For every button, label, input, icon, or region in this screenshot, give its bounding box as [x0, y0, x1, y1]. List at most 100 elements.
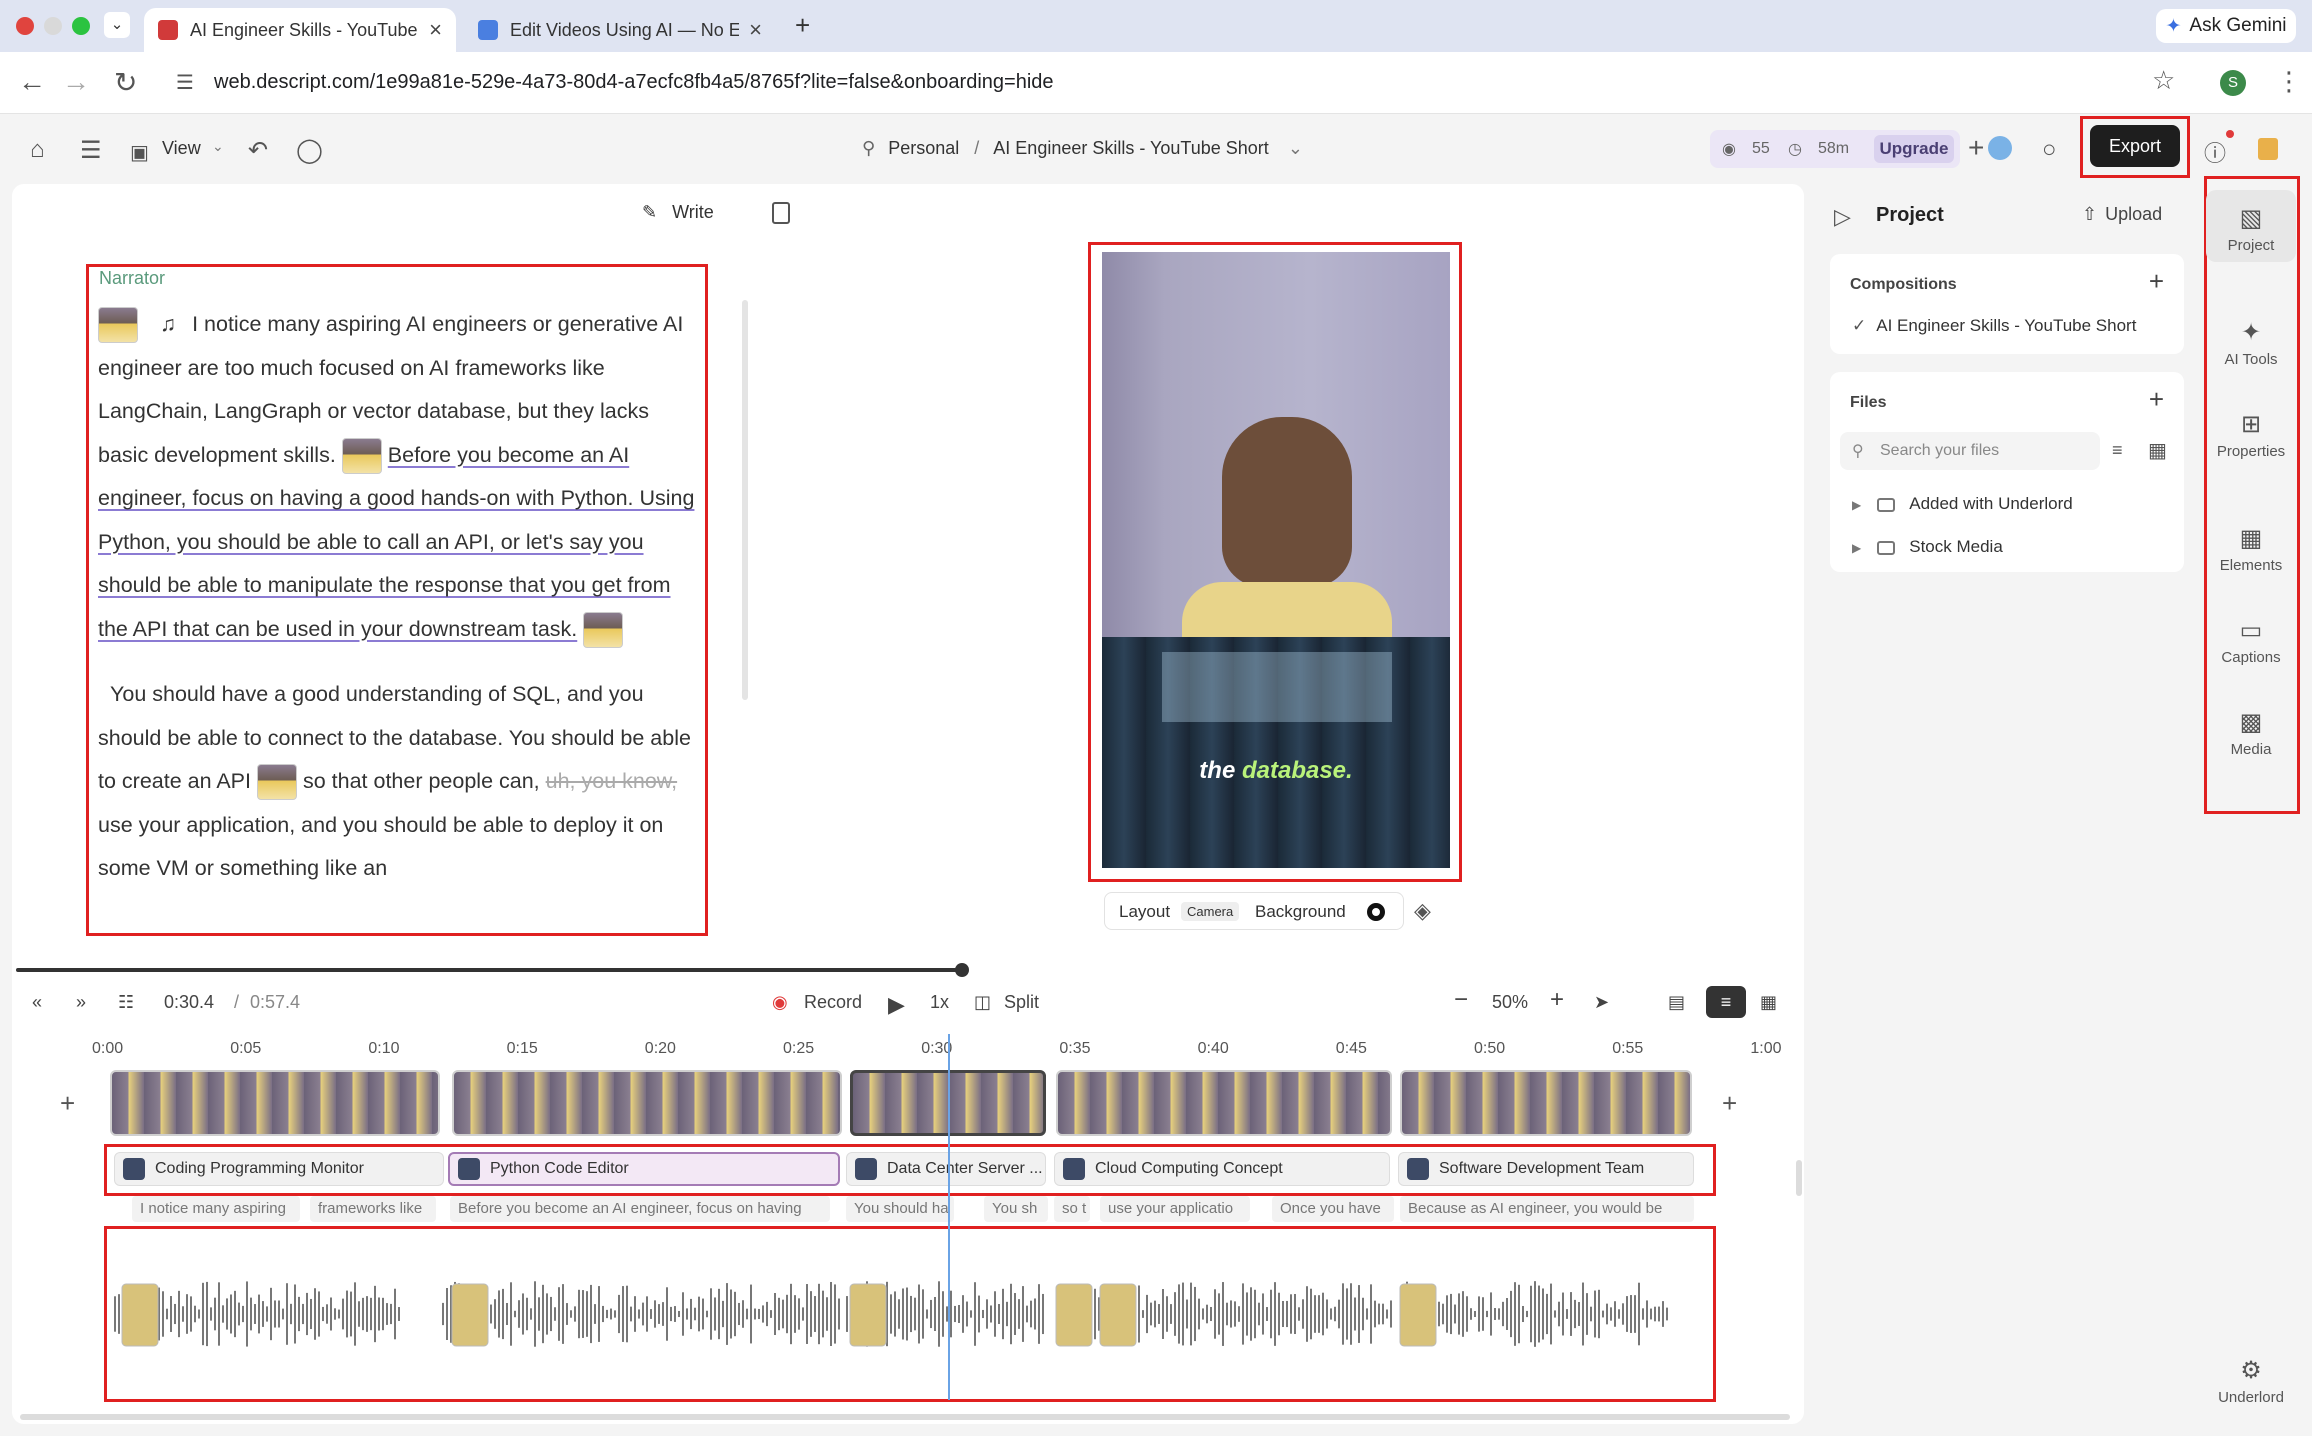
comments-icon[interactable]: ○: [2042, 136, 2057, 164]
script-paragraph-1[interactable]: ♫ I notice many aspiring AI engineers or…: [98, 303, 698, 651]
transcript-word-chip[interactable]: use your applicatio: [1100, 1196, 1250, 1222]
back-icon[interactable]: ←: [18, 66, 46, 98]
scene-thumbnail[interactable]: [98, 307, 138, 344]
breadcrumb-project[interactable]: AI Engineer Skills - YouTube Short: [993, 138, 1269, 158]
chapters-icon[interactable]: ☷: [118, 992, 134, 1013]
new-tab-button[interactable]: +: [795, 10, 810, 41]
add-clip-left-icon[interactable]: +: [60, 1088, 75, 1119]
menu-icon[interactable]: ☰: [80, 136, 102, 165]
layout-value-badge[interactable]: Camera: [1181, 902, 1240, 921]
script-scrollbar[interactable]: [742, 300, 748, 700]
collaborator-avatar[interactable]: [1988, 136, 2012, 160]
grid-view-toggle-icon[interactable]: ▦: [1760, 992, 1777, 1013]
scene-thumbnail[interactable]: [583, 611, 624, 648]
transcript-word-chip[interactable]: I notice many aspiring: [132, 1196, 300, 1222]
scene-data-center-server[interactable]: Data Center Server ...: [846, 1152, 1046, 1186]
rail-media[interactable]: ▩ Media: [2206, 708, 2296, 758]
zoom-out-icon[interactable]: −: [1454, 986, 1468, 1014]
background-button[interactable]: Background: [1255, 902, 1346, 922]
view-menu-button[interactable]: View: [162, 138, 201, 159]
add-collaborator-icon[interactable]: +: [1968, 132, 1984, 164]
check-circle-icon[interactable]: ◯: [296, 136, 323, 165]
write-mode-button[interactable]: ✎ Write: [642, 202, 714, 223]
url-field[interactable]: web.descript.com/1e99a81e-529e-4a73-80d4…: [214, 71, 1054, 94]
view-layout-icon[interactable]: ▣: [130, 140, 149, 165]
rail-project[interactable]: ▧ Project: [2206, 190, 2296, 262]
fit-timeline-icon[interactable]: ▤: [1668, 992, 1685, 1013]
scene-python-code-editor[interactable]: Python Code Editor: [448, 1152, 840, 1186]
folder-stock-media[interactable]: ▶ Stock Media: [1852, 537, 2003, 557]
speed-button[interactable]: 1x: [930, 992, 949, 1013]
transcript-word-chip[interactable]: frameworks like: [310, 1196, 436, 1222]
add-file-icon[interactable]: +: [2149, 384, 2164, 415]
scene-cloud-computing-concept[interactable]: Cloud Computing Concept: [1054, 1152, 1390, 1186]
add-composition-icon[interactable]: +: [2149, 266, 2164, 297]
script-view-toggle-icon[interactable]: ≡: [1706, 986, 1746, 1018]
close-tab-icon[interactable]: ×: [429, 17, 442, 43]
scrub-handle[interactable]: [955, 963, 969, 977]
layers-icon[interactable]: ◈: [1414, 898, 1431, 924]
pointer-tool-icon[interactable]: ➤: [1594, 992, 1609, 1013]
playhead-line[interactable]: [948, 1034, 950, 1400]
timeline-scrollbar[interactable]: [20, 1414, 1790, 1420]
video-clip[interactable]: [452, 1070, 842, 1136]
tab-edit-videos[interactable]: Edit Videos Using AI — No Ed ×: [464, 8, 776, 52]
speaker-label[interactable]: Narrator: [99, 268, 165, 289]
folder-added-with-underlord[interactable]: ▶ Added with Underlord: [1852, 494, 2073, 514]
transcript-word-chip[interactable]: Before you become an AI engineer, focus …: [450, 1196, 830, 1222]
reload-icon[interactable]: ↻: [114, 66, 137, 99]
script-text[interactable]: use your application, and you should be …: [98, 813, 663, 881]
tab-ai-engineer-skills[interactable]: AI Engineer Skills - YouTube ×: [144, 8, 456, 52]
zoom-in-icon[interactable]: +: [1550, 986, 1564, 1014]
layout-button[interactable]: Layout: [1119, 902, 1170, 922]
composition-item[interactable]: ✓ AI Engineer Skills - YouTube Short: [1852, 316, 2136, 336]
profile-avatar[interactable]: S: [2220, 70, 2246, 96]
credits-badge[interactable]: ◉ 55 ◷ 58m Upgrade: [1710, 130, 1960, 168]
page-layout-icon[interactable]: [772, 202, 790, 224]
rail-ai-tools[interactable]: ✦ AI Tools: [2206, 318, 2296, 368]
upload-button[interactable]: ⇧ Upload: [2082, 204, 2162, 225]
skip-back-icon[interactable]: «: [32, 992, 42, 1013]
add-clip-right-icon[interactable]: +: [1722, 1088, 1737, 1119]
scene-thumbnail[interactable]: [256, 764, 297, 801]
scene-thumbnail[interactable]: [341, 437, 382, 474]
timeline-vertical-scrollbar[interactable]: [1796, 1160, 1802, 1196]
bookmark-star-icon[interactable]: ☆: [2152, 65, 2175, 96]
rail-properties[interactable]: ⊞ Properties: [2206, 410, 2296, 460]
close-window-button[interactable]: [16, 17, 34, 35]
background-color-swatch[interactable]: [1367, 903, 1385, 921]
transcript-word-chip[interactable]: Because as AI engineer, you would be: [1400, 1196, 1694, 1222]
site-settings-icon[interactable]: ☰: [176, 70, 194, 95]
transcript-word-chip[interactable]: You sh: [984, 1196, 1048, 1222]
upgrade-button[interactable]: Upgrade: [1874, 135, 1954, 163]
scene-coding-programming-monitor[interactable]: Coding Programming Monitor: [114, 1152, 444, 1186]
rail-underlord[interactable]: ⚙ Underlord: [2206, 1356, 2296, 1406]
filter-icon[interactable]: ≡: [2112, 440, 2123, 461]
filler-words-removed[interactable]: uh, you know,: [546, 769, 677, 793]
close-tab-icon[interactable]: ×: [749, 17, 762, 43]
script-paragraph-2[interactable]: You should have a good understanding of …: [98, 673, 698, 891]
record-button[interactable]: Record: [804, 992, 862, 1013]
script-editor[interactable]: ♫ I notice many aspiring AI engineers or…: [98, 303, 698, 891]
help-icon[interactable]: ⓘ: [2204, 136, 2226, 168]
record-icon[interactable]: ◉: [772, 992, 788, 1013]
export-button[interactable]: Export: [2090, 125, 2180, 167]
transcript-word-chip[interactable]: Once you have: [1272, 1196, 1394, 1222]
split-button[interactable]: Split: [1004, 992, 1039, 1013]
ask-gemini-button[interactable]: ✦ Ask Gemini: [2156, 9, 2296, 43]
script-text-selected[interactable]: Before you become an AI engineer, focus …: [98, 443, 694, 641]
minimize-window-button[interactable]: [44, 17, 62, 35]
breadcrumb-workspace[interactable]: Personal: [888, 138, 959, 158]
rail-elements[interactable]: ▦ Elements: [2206, 524, 2296, 574]
home-icon[interactable]: ⌂: [30, 136, 45, 164]
grid-view-icon[interactable]: ▦: [2148, 438, 2167, 463]
video-preview[interactable]: the database.: [1102, 252, 1450, 868]
notes-icon[interactable]: [2258, 138, 2278, 160]
maximize-window-button[interactable]: [72, 17, 90, 35]
chevron-down-icon[interactable]: ⌄: [1288, 138, 1303, 158]
tab-search-icon[interactable]: ⌄: [104, 12, 130, 38]
script-text[interactable]: so that other people can,: [303, 769, 540, 793]
play-icon[interactable]: ▶: [888, 992, 905, 1018]
rail-captions[interactable]: ▭ Captions: [2206, 616, 2296, 666]
transcript-word-chip[interactable]: You should ha: [846, 1196, 954, 1222]
